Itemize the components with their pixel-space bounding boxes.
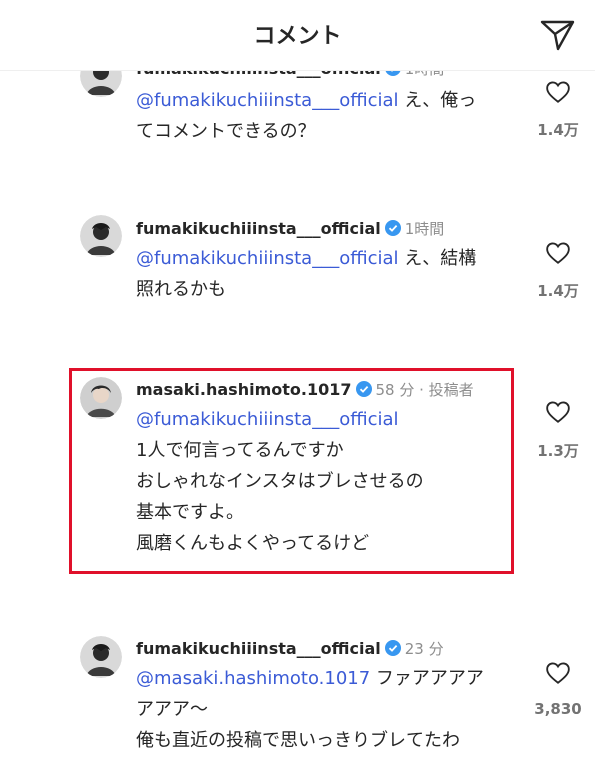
comment-time: 58 分 · 投稿者 — [375, 381, 474, 399]
heart-icon — [546, 242, 570, 264]
avatar[interactable] — [80, 377, 122, 419]
comment-time: 1時間 — [404, 220, 445, 238]
comment-text-line: え、結構 — [404, 248, 477, 269]
comment-text-line: ファアアアア — [375, 668, 484, 689]
heart-icon — [546, 401, 570, 423]
comment-text-line: おしゃれなインスタはブレさせるの — [136, 471, 424, 492]
comment-body: @fumakikuchiiinsta___official え、結構 照れるかも — [136, 243, 516, 305]
like-button[interactable] — [545, 79, 571, 105]
mention-link[interactable]: @fumakikuchiiinsta___official — [136, 404, 516, 435]
paper-plane-icon — [540, 20, 575, 51]
like-count: 1.4万 — [537, 121, 579, 139]
share-button[interactable] — [538, 14, 578, 54]
heart-icon — [546, 662, 570, 684]
comment-username[interactable]: fumakikuchiiinsta___official — [136, 639, 381, 658]
comment-text-line: アアア〜 — [136, 699, 208, 720]
like-count: 1.3万 — [537, 442, 579, 460]
comment-username[interactable]: fumakikuchiiinsta___official — [136, 219, 381, 238]
mention-link[interactable]: @fumakikuchiiinsta___official — [136, 248, 399, 269]
comment-body: @fumakikuchiiinsta___official 1人で何言ってるんで… — [136, 404, 516, 559]
comment-body: @masaki.hashimoto.1017 ファアアアア アアア〜 俺も直近の… — [136, 663, 516, 756]
comment-username[interactable]: masaki.hashimoto.1017 — [136, 380, 352, 399]
heart-icon — [546, 81, 570, 103]
like-button[interactable] — [545, 399, 571, 425]
comment-text-line: 照れるかも — [136, 279, 226, 300]
avatar[interactable] — [80, 215, 122, 257]
header-bar: コメント — [0, 0, 595, 71]
comment-time: 23 分 — [404, 640, 444, 658]
like-count: 3,830 — [534, 700, 582, 718]
mention-link[interactable]: @masaki.hashimoto.1017 — [136, 668, 370, 689]
mention-link[interactable]: @fumakikuchiiinsta___official — [136, 90, 399, 111]
comment-text-line: 俺も直近の投稿で思いっきりブレてたわ — [136, 730, 460, 751]
verified-badge-icon — [355, 381, 372, 397]
comment-text-line: 基本ですよ。 — [136, 502, 244, 523]
comment-text-line: てコメントできるの？ — [136, 121, 316, 142]
page-title: コメント — [253, 24, 342, 49]
like-button[interactable] — [545, 240, 571, 266]
comment-body: @fumakikuchiiinsta___official え、俺っ てコメント… — [136, 85, 516, 147]
like-button[interactable] — [545, 660, 571, 686]
verified-badge-icon — [384, 640, 401, 656]
comment-text-line: 風磨くんもよくやってるけど — [136, 533, 370, 554]
verified-badge-icon — [384, 220, 401, 236]
like-count: 1.4万 — [537, 282, 579, 300]
avatar[interactable] — [80, 636, 122, 678]
comment-text-line: え、俺っ — [404, 90, 477, 111]
comment-list[interactable]: fumakikuchiiinsta___official 1時間 @fumakik… — [0, 0, 595, 767]
comment-text-line: 1人で何言ってるんですか — [136, 440, 344, 461]
